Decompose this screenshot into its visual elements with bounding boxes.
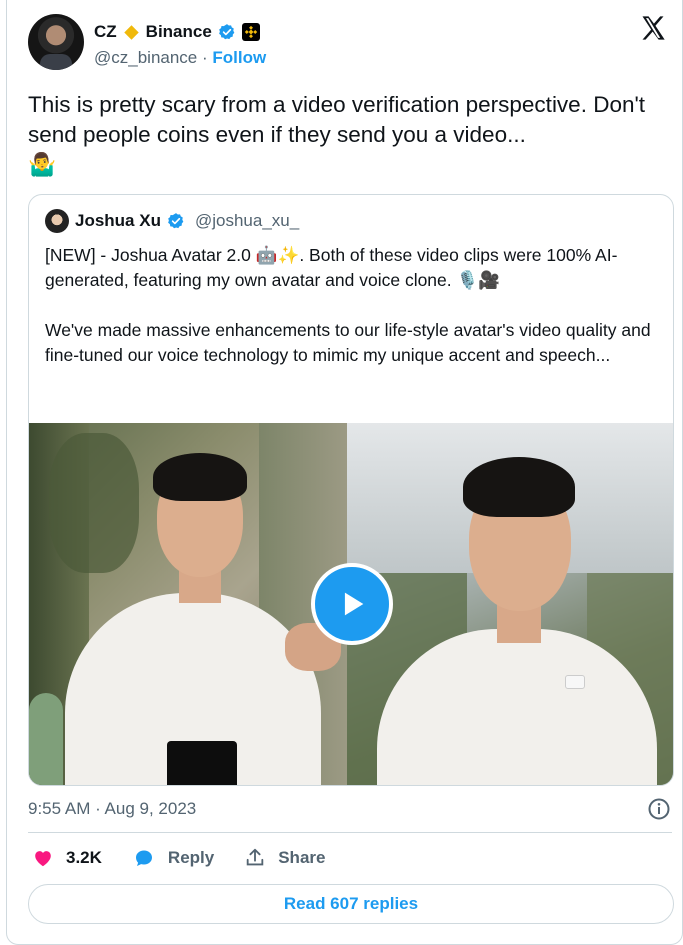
- video-clip-right: [347, 423, 673, 785]
- tweet-text: This is pretty scary from a video verifi…: [28, 90, 668, 180]
- share-icon: [246, 848, 264, 866]
- tweet-timestamp[interactable]: 9:55 AM · Aug 9, 2023: [28, 799, 196, 819]
- binance-diamond-icon: [123, 24, 139, 40]
- separator-dot: ·: [202, 48, 208, 67]
- x-logo-icon[interactable]: [638, 14, 668, 42]
- share-label: Share: [278, 848, 326, 867]
- author-name-line[interactable]: CZ Binance: [94, 22, 260, 42]
- quoted-paragraph-2: We've made massive enhancements to our l…: [45, 320, 651, 365]
- quoted-paragraph-1: [NEW] - Joshua Avatar 2.0 🤖✨. Both of th…: [45, 245, 618, 290]
- play-button[interactable]: [311, 563, 393, 645]
- like-count: 3.2K: [66, 848, 102, 867]
- quoted-header: Joshua Xu @joshua_xu_: [45, 209, 299, 233]
- read-replies-button[interactable]: Read 607 replies: [28, 884, 674, 924]
- author-org[interactable]: Binance: [146, 22, 212, 42]
- divider: [28, 832, 672, 833]
- info-icon[interactable]: [647, 797, 671, 821]
- binance-affiliate-badge-icon: [241, 23, 260, 41]
- quoted-avatar: [45, 209, 69, 233]
- share-button[interactable]: Share: [244, 847, 325, 869]
- author-avatar[interactable]: [28, 14, 84, 70]
- quoted-text: [NEW] - Joshua Avatar 2.0 🤖✨. Both of th…: [45, 243, 665, 393]
- reply-button[interactable]: Reply: [132, 846, 214, 870]
- quoted-handle: @joshua_xu_: [194, 211, 300, 230]
- follow-link[interactable]: Follow: [212, 48, 266, 67]
- tweet-body: This is pretty scary from a video verifi…: [28, 92, 646, 147]
- verified-badge-icon: [168, 213, 184, 229]
- quoted-tweet[interactable]: Joshua Xu @joshua_xu_ [NEW] - Joshua Ava…: [28, 194, 674, 786]
- quoted-name: Joshua Xu: [75, 211, 161, 230]
- tweet-header: CZ Binance @cz_binance · Follow: [28, 14, 668, 74]
- author-handle-line: @cz_binance · Follow: [94, 48, 266, 68]
- video-clip-left: [29, 423, 347, 785]
- video-media[interactable]: [29, 423, 673, 785]
- reply-label: Reply: [167, 848, 215, 867]
- action-bar: 3.2K Reply Share: [32, 846, 325, 870]
- author-name[interactable]: CZ: [94, 22, 117, 42]
- heart-icon: [35, 851, 51, 867]
- shrug-emoji: 🤷‍♂️: [28, 152, 57, 177]
- reply-bubble-icon: [135, 850, 152, 866]
- like-button[interactable]: 3.2K: [32, 847, 102, 869]
- verified-badge-icon: [218, 24, 235, 40]
- play-icon: [344, 592, 364, 616]
- author-handle[interactable]: @cz_binance: [94, 48, 197, 67]
